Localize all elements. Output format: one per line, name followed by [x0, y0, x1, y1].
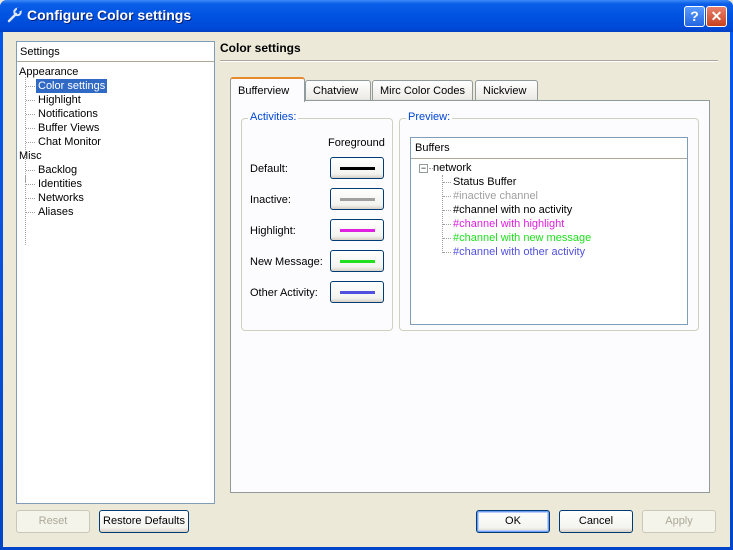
tree-connector — [26, 184, 35, 185]
tree-connector — [26, 212, 35, 213]
other-activity-label: Other Activity: — [250, 287, 318, 299]
preview-group: Preview: Buffers − network Status Buffer… — [399, 111, 699, 331]
inactive-color-button[interactable] — [330, 188, 384, 210]
other-activity-color-button[interactable] — [330, 281, 384, 303]
buffer-other-activity[interactable]: #channel with other activity — [453, 245, 585, 259]
tree-connector — [443, 182, 451, 183]
inactive-color-swatch — [340, 198, 375, 201]
new-message-label: New Message: — [250, 256, 323, 268]
buffer-new-message[interactable]: #channel with new message — [453, 231, 591, 245]
tree-connector — [25, 77, 26, 182]
tree-connector — [26, 170, 35, 171]
network-item[interactable]: network — [433, 161, 472, 175]
tab-chatview[interactable]: Chatview — [305, 80, 371, 101]
preview-group-label: Preview: — [406, 111, 453, 123]
ok-button[interactable]: OK — [476, 510, 550, 533]
tree-item-buffer-views[interactable]: Buffer Views — [38, 121, 99, 135]
tree-connector — [26, 100, 35, 101]
tree-connector — [443, 224, 451, 225]
tree-connector — [26, 198, 35, 199]
highlight-label: Highlight: — [250, 225, 296, 237]
close-button[interactable]: ✕ — [706, 6, 727, 27]
activities-group: Activities: Foreground Default: Inactive… — [241, 111, 393, 331]
tree-item-notifications[interactable]: Notifications — [38, 107, 98, 121]
tree-item-appearance[interactable]: Appearance — [19, 65, 78, 79]
tab-nickview[interactable]: Nickview — [475, 80, 538, 101]
reset-button[interactable]: Reset — [16, 510, 90, 533]
other-activity-color-swatch — [340, 291, 375, 294]
restore-defaults-button[interactable]: Restore Defaults — [99, 510, 189, 533]
tree-item-identities[interactable]: Identities — [38, 177, 82, 191]
buffers-header: Buffers — [411, 138, 687, 159]
tab-bufferview[interactable]: Bufferview — [230, 77, 305, 102]
tab-mirc-color-codes[interactable]: Mirc Color Codes — [372, 80, 473, 101]
title-bar[interactable]: Configure Color settings ? ✕ — [0, 0, 733, 32]
new-message-color-swatch — [340, 260, 375, 263]
buffer-highlight[interactable]: #channel with highlight — [453, 217, 564, 231]
new-message-color-button[interactable] — [330, 250, 384, 272]
tree-connector — [26, 128, 35, 129]
activities-group-label: Activities: — [248, 111, 299, 123]
tree-connector — [443, 238, 451, 239]
config-dialog: Configure Color settings ? ✕ Settings Ap… — [0, 0, 733, 550]
tree-connector — [25, 175, 26, 245]
buffers-preview[interactable]: Buffers − network Status Buffer #inactiv… — [410, 137, 688, 325]
tree-item-chat-monitor[interactable]: Chat Monitor — [38, 135, 101, 149]
foreground-column-header: Foreground — [328, 137, 385, 149]
tree-connector — [443, 210, 451, 211]
inactive-label: Inactive: — [250, 194, 291, 206]
bufferview-tab-panel: Activities: Foreground Default: Inactive… — [230, 100, 710, 493]
buffer-status[interactable]: Status Buffer — [453, 175, 516, 189]
buffer-inactive-channel[interactable]: #inactive channel — [453, 189, 538, 203]
buffer-no-activity[interactable]: #channel with no activity — [453, 203, 572, 217]
tree-item-backlog[interactable]: Backlog — [38, 163, 77, 177]
tree-item-networks[interactable]: Networks — [38, 191, 84, 205]
help-button[interactable]: ? — [684, 6, 705, 27]
tree-connector — [443, 252, 451, 253]
tree-connector — [26, 114, 35, 115]
title-divider — [220, 60, 718, 62]
tree-connector — [26, 142, 35, 143]
settings-tree[interactable]: Settings Appearance Color settings Highl… — [16, 41, 215, 504]
tree-connector — [26, 86, 35, 87]
tree-item-highlight[interactable]: Highlight — [38, 93, 81, 107]
default-label: Default: — [250, 163, 288, 175]
tree-item-misc[interactable]: Misc — [19, 149, 42, 163]
default-color-button[interactable] — [330, 157, 384, 179]
collapse-icon[interactable]: − — [419, 164, 428, 173]
apply-button[interactable]: Apply — [642, 510, 716, 533]
page-title: Color settings — [220, 41, 301, 55]
dialog-body: Settings Appearance Color settings Highl… — [3, 32, 730, 547]
tree-item-aliases[interactable]: Aliases — [38, 205, 73, 219]
default-color-swatch — [340, 167, 375, 170]
tree-connector — [442, 175, 443, 253]
tree-connector — [443, 196, 451, 197]
cancel-button[interactable]: Cancel — [559, 510, 633, 533]
tree-item-color-settings[interactable]: Color settings — [36, 79, 108, 93]
tree-header: Settings — [17, 42, 214, 62]
highlight-color-swatch — [340, 229, 375, 232]
wrench-icon — [7, 7, 22, 23]
highlight-color-button[interactable] — [330, 219, 384, 241]
window-title: Configure Color settings — [27, 7, 192, 23]
